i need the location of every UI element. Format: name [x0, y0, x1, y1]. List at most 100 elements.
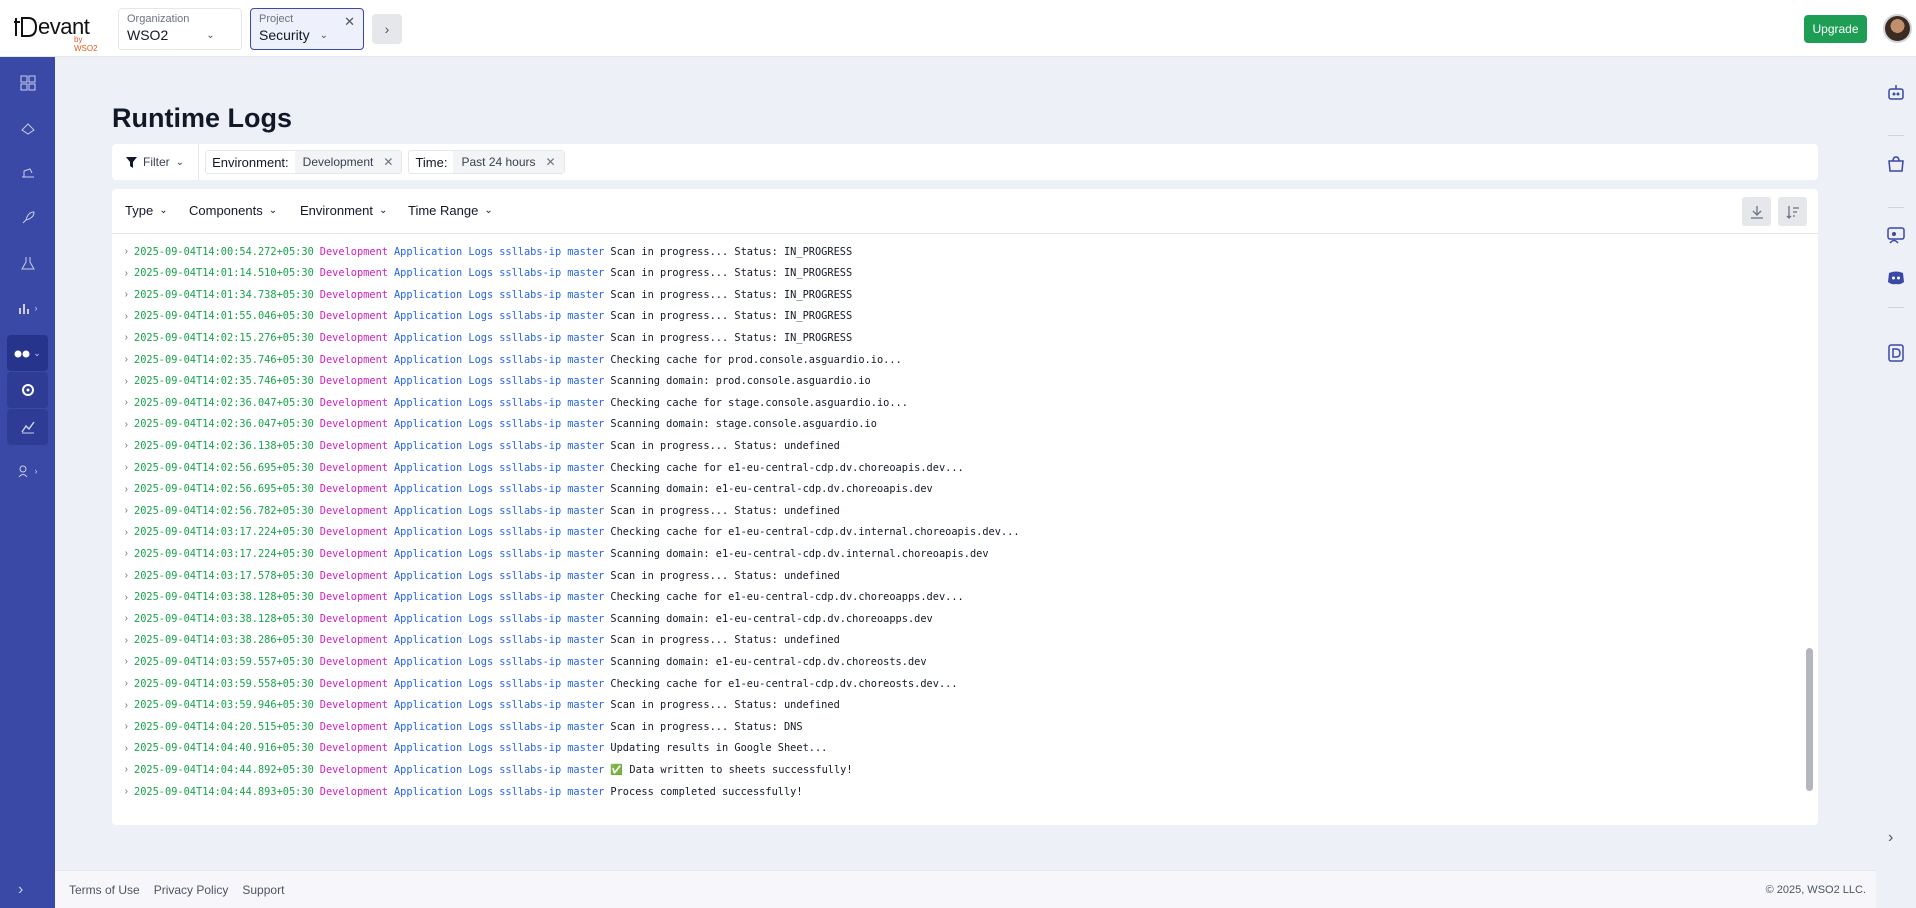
privacy-link[interactable]: Privacy Policy — [154, 883, 229, 897]
expand-row-icon[interactable]: › — [112, 700, 134, 711]
sidebar-item-components[interactable] — [7, 110, 48, 146]
log-row[interactable]: › 2025-09-04T14:03:38.128+05:30 Developmen… — [112, 587, 1802, 608]
log-row[interactable]: › 2025-09-04T14:03:59.558+05:30 Developmen… — [112, 673, 1802, 694]
expand-row-icon[interactable]: › — [112, 764, 134, 775]
organization-selector[interactable]: Organization WSO2 ⌄ — [118, 8, 242, 50]
scrollbar-thumb[interactable] — [1806, 648, 1813, 791]
log-row[interactable]: › 2025-09-04T14:02:35.746+05:30 Developmen… — [112, 371, 1802, 392]
expand-row-icon[interactable]: › — [112, 440, 134, 451]
log-branch: master — [567, 267, 605, 280]
log-row[interactable]: › 2025-09-04T14:04:44.893+05:30 Developmen… — [112, 781, 1802, 802]
expand-row-icon[interactable]: › — [112, 678, 134, 689]
expand-row-icon[interactable]: › — [112, 743, 134, 754]
remove-chip-icon[interactable]: ✕ — [383, 155, 393, 169]
log-environment: Development — [319, 461, 388, 474]
upgrade-button[interactable]: Upgrade — [1804, 15, 1867, 43]
clear-project-icon[interactable]: ✕ — [344, 14, 355, 30]
expand-row-icon[interactable]: › — [112, 505, 134, 516]
filter-button[interactable]: Filter ⌄ — [112, 144, 200, 180]
log-row[interactable]: › 2025-09-04T14:04:40.916+05:30 Developmen… — [112, 738, 1802, 759]
log-row[interactable]: › 2025-09-04T14:02:56.695+05:30 Developmen… — [112, 479, 1802, 500]
log-row[interactable]: › 2025-09-04T14:03:38.286+05:30 Developmen… — [112, 630, 1802, 651]
expand-row-icon[interactable]: › — [112, 548, 134, 559]
expand-row-icon[interactable]: › — [112, 462, 134, 473]
log-row[interactable]: › 2025-09-04T14:03:17.224+05:30 Developmen… — [112, 543, 1802, 564]
log-timestamp: 2025-09-04T14:03:38.128+05:30 — [134, 612, 314, 625]
log-message: Scan in progress... Status: DNS — [610, 720, 803, 733]
log-row[interactable]: › 2025-09-04T14:00:54.272+05:30 Developmen… — [112, 241, 1802, 262]
log-row[interactable]: › 2025-09-04T14:03:59.557+05:30 Developmen… — [112, 651, 1802, 672]
expand-sidebar-icon[interactable]: › — [18, 881, 23, 899]
expand-row-icon[interactable]: › — [112, 786, 134, 797]
expand-row-icon[interactable]: › — [112, 268, 134, 279]
log-row[interactable]: › 2025-09-04T14:03:17.578+05:30 Developmen… — [112, 565, 1802, 586]
expand-row-icon[interactable]: › — [112, 592, 134, 603]
expand-row-icon[interactable]: › — [112, 311, 134, 322]
expand-row-icon[interactable]: › — [112, 376, 134, 387]
deploy-icon — [21, 168, 34, 178]
log-row[interactable]: › 2025-09-04T14:02:56.695+05:30 Developmen… — [112, 457, 1802, 478]
sidebar-item-admin[interactable]: › — [7, 453, 48, 489]
log-component: ssllabs-ip — [499, 504, 562, 517]
chevron-right-icon[interactable]: › — [1888, 829, 1893, 847]
time-range-dropdown[interactable]: Time Range ⌄ — [408, 203, 493, 218]
marketplace-icon[interactable] — [1886, 154, 1906, 174]
sidebar-item-rocket[interactable] — [7, 200, 48, 236]
log-row[interactable]: › 2025-09-04T14:03:59.946+05:30 Developmen… — [112, 695, 1802, 716]
log-row[interactable]: › 2025-09-04T14:02:35.746+05:30 Developmen… — [112, 349, 1802, 370]
sidebar-item-runtime-logs[interactable] — [7, 372, 48, 408]
docs-icon[interactable] — [1886, 343, 1906, 363]
log-row[interactable]: › 2025-09-04T14:02:36.047+05:30 Developmen… — [112, 414, 1802, 435]
support-icon[interactable] — [1886, 225, 1906, 245]
log-row[interactable]: › 2025-09-04T14:02:56.782+05:30 Developmen… — [112, 500, 1802, 521]
expand-row-icon[interactable]: › — [112, 289, 134, 300]
filter-chip-environment[interactable]: Environment: Development ✕ — [205, 150, 403, 174]
expand-row-icon[interactable]: › — [112, 354, 134, 365]
expand-row-icon[interactable]: › — [112, 332, 134, 343]
sidebar-item-metrics[interactable] — [7, 409, 48, 445]
log-row[interactable]: › 2025-09-04T14:02:36.138+05:30 Developmen… — [112, 435, 1802, 456]
project-selector[interactable]: Project ✕ Security ⌄ — [250, 8, 364, 50]
log-row[interactable]: › 2025-09-04T14:02:36.047+05:30 Developmen… — [112, 392, 1802, 413]
log-row[interactable]: › 2025-09-04T14:01:14.510+05:30 Developmen… — [112, 263, 1802, 284]
expand-row-icon[interactable]: › — [112, 397, 134, 408]
ai-assistant-icon[interactable] — [1886, 82, 1906, 102]
terms-link[interactable]: Terms of Use — [69, 883, 140, 897]
chevron-down-icon: ⌄ — [319, 29, 328, 41]
sidebar-item-deploy[interactable] — [7, 155, 48, 191]
log-row[interactable]: › 2025-09-04T14:02:15.276+05:30 Developmen… — [112, 327, 1802, 348]
log-timestamp: 2025-09-04T14:03:59.558+05:30 — [134, 677, 314, 690]
expand-row-icon[interactable]: › — [112, 635, 134, 646]
expand-row-icon[interactable]: › — [112, 484, 134, 495]
components-dropdown[interactable]: Components ⌄ — [189, 203, 277, 218]
devant-logo[interactable]: evant by WSO2 — [12, 12, 107, 53]
log-row[interactable]: › 2025-09-04T14:03:38.128+05:30 Developmen… — [112, 608, 1802, 629]
sort-button[interactable] — [1778, 197, 1807, 226]
expand-row-icon[interactable]: › — [112, 527, 134, 538]
log-row[interactable]: › 2025-09-04T14:01:55.046+05:30 Developmen… — [112, 306, 1802, 327]
log-row[interactable]: › 2025-09-04T14:01:34.738+05:30 Developmen… — [112, 284, 1802, 305]
log-row[interactable]: › 2025-09-04T14:04:20.515+05:30 Developmen… — [112, 716, 1802, 737]
chevron-right-icon[interactable]: › — [372, 14, 402, 44]
expand-row-icon[interactable]: › — [112, 419, 134, 430]
environment-dropdown[interactable]: Environment ⌄ — [300, 203, 387, 218]
sidebar-item-insights[interactable]: › — [7, 290, 48, 326]
log-row[interactable]: › 2025-09-04T14:04:44.892+05:30 Developmen… — [112, 759, 1802, 780]
download-button[interactable] — [1742, 197, 1771, 226]
sidebar-item-test[interactable] — [7, 245, 48, 281]
remove-chip-icon[interactable]: ✕ — [546, 155, 556, 169]
expand-row-icon[interactable]: › — [112, 613, 134, 624]
expand-row-icon[interactable]: › — [112, 721, 134, 732]
discord-icon[interactable] — [1886, 268, 1906, 288]
expand-row-icon[interactable]: › — [112, 246, 134, 257]
filter-chip-time[interactable]: Time: Past 24 hours ✕ — [408, 150, 565, 174]
expand-row-icon[interactable]: › — [112, 570, 134, 581]
support-link[interactable]: Support — [242, 883, 284, 897]
type-dropdown[interactable]: Type ⌄ — [125, 203, 168, 218]
avatar[interactable] — [1883, 14, 1912, 43]
sidebar-item-overview[interactable] — [7, 65, 48, 101]
expand-row-icon[interactable]: › — [112, 656, 134, 667]
log-component: ssllabs-ip — [499, 439, 562, 452]
sidebar-item-observability[interactable]: ⌄ — [7, 335, 48, 371]
log-row[interactable]: › 2025-09-04T14:03:17.224+05:30 Developmen… — [112, 522, 1802, 543]
